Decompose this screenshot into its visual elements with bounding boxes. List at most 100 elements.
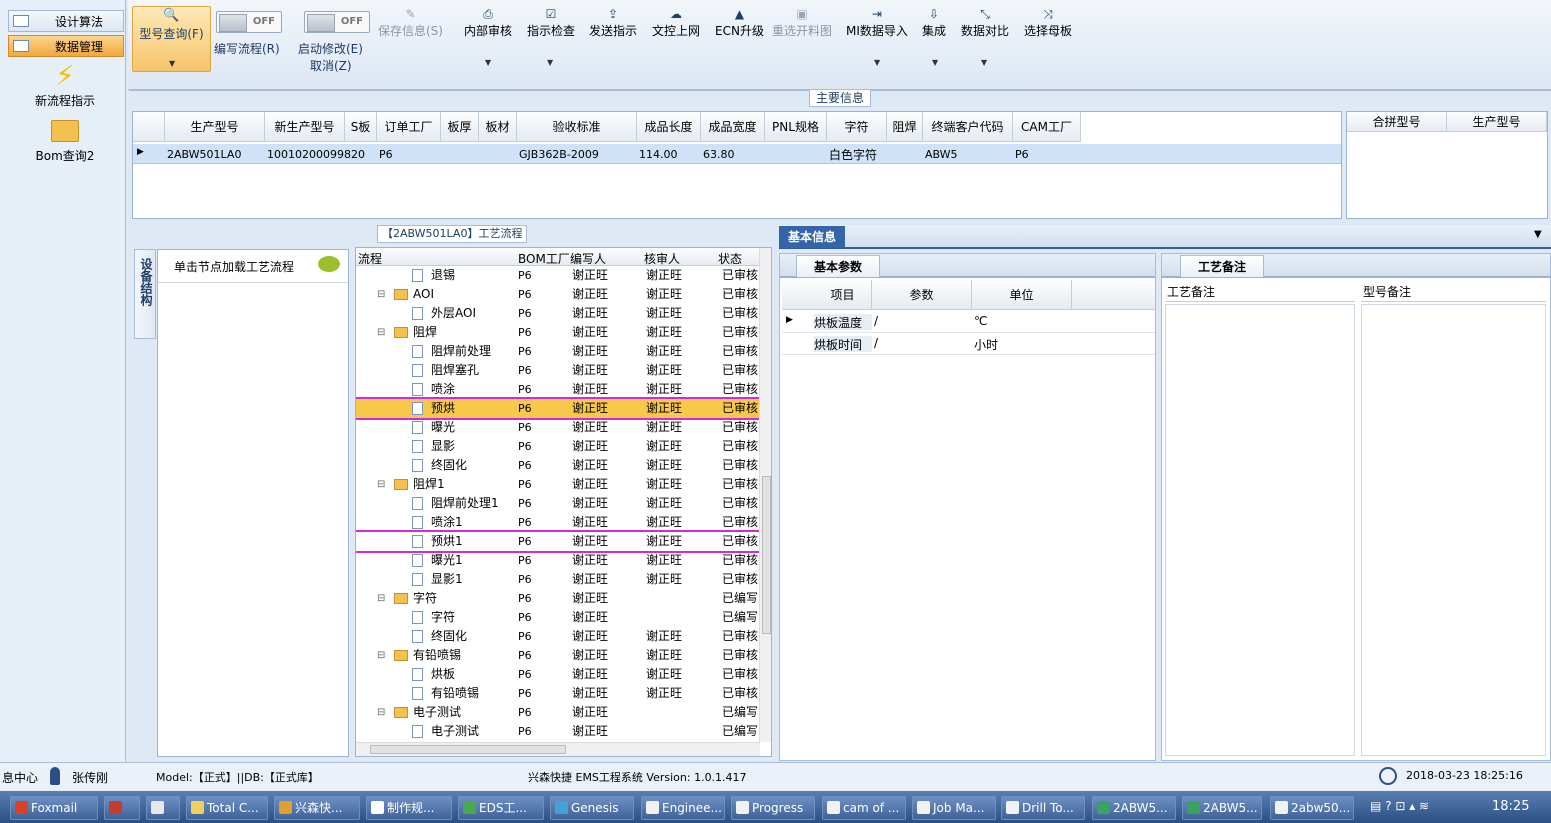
chevron-down-icon[interactable]: ▼ [932, 58, 938, 67]
column-header[interactable]: 终端客户代码 [923, 112, 1013, 142]
column-header[interactable]: 核审人 [644, 250, 718, 267]
expand-toggle-icon[interactable]: ⊟ [377, 323, 385, 342]
process-tree-grid[interactable]: 流程 BOM工厂 编写人 核审人 状态 退锡 P6 谢正旺 谢正旺 已审核 ⊟ AOI P6 谢正旺 谢正… [355, 247, 772, 757]
vertical-scrollbar[interactable] [759, 248, 771, 742]
horizontal-scrollbar[interactable] [356, 742, 760, 756]
equipment-structure-tab[interactable]: 设备结构 [134, 249, 156, 339]
expand-toggle-icon[interactable]: ⊟ [377, 646, 385, 665]
tree-row[interactable]: 字符 P6 谢正旺 已编写 [356, 608, 761, 627]
table-cell[interactable]: P6 [379, 148, 441, 161]
taskbar-button[interactable]: Genesis [550, 796, 634, 820]
taskbar-button[interactable]: Progress [731, 796, 815, 820]
indicator-check-button[interactable]: ☑ 指示检查 [527, 6, 575, 39]
internal-audit-button[interactable]: ⎙ 内部审核 [464, 6, 512, 39]
integrate-button[interactable]: ⇩ 集成 [922, 6, 946, 39]
chevron-down-icon[interactable]: ▼ [547, 58, 553, 67]
scroll-thumb[interactable] [370, 745, 566, 754]
tree-row[interactable]: ⊟ 有铅喷锡 P6 谢正旺 谢正旺 已审核 [356, 646, 761, 665]
chevron-down-icon[interactable]: ▼ [981, 58, 987, 67]
mi-data-import-button[interactable]: ⇥ MI数据导入 [846, 6, 908, 39]
taskbar-button[interactable]: Enginee... [641, 796, 725, 820]
chevron-down-icon[interactable]: ▼ [1534, 229, 1542, 240]
column-header[interactable]: 参数 [872, 280, 972, 310]
table-cell[interactable]: 2ABW501LA0 [167, 148, 265, 161]
column-header[interactable]: 订单工厂 [377, 112, 441, 142]
model-notes-textarea[interactable] [1361, 304, 1546, 756]
column-header[interactable]: S板 [345, 112, 377, 142]
table-row[interactable]: ▶ 烘板温度 / ℃ [782, 311, 1155, 333]
column-header[interactable]: 编写人 [570, 250, 644, 267]
column-header[interactable]: 生产型号 [165, 112, 265, 142]
table-row[interactable]: ▶ 2ABW501LA0 10010200099820 P6 GJB362B-2009 1… [133, 144, 1341, 164]
tree-row[interactable]: 曝光1 P6 谢正旺 谢正旺 已审核 [356, 551, 761, 570]
taskbar-button[interactable]: Foxmail [10, 796, 98, 820]
process-notes-textarea[interactable] [1165, 304, 1355, 756]
send-indicator-button[interactable]: ⇪ 发送指示 [589, 6, 637, 39]
tree-row[interactable]: 终固化 P6 谢正旺 谢正旺 已审核 [356, 627, 761, 646]
doc-control-online-button[interactable]: ☁ 文控上网 [652, 6, 700, 39]
column-header[interactable]: 状态 [718, 250, 763, 267]
taskbar-button[interactable]: Drill To... [1001, 796, 1085, 820]
tab-basic-info[interactable]: 基本信息 [779, 226, 845, 248]
column-header[interactable]: 板厚 [441, 112, 479, 142]
column-header[interactable]: 阻焊 [887, 112, 923, 142]
data-compare-button[interactable]: ⤡ 数据对比 [961, 6, 1009, 39]
taskbar-button[interactable] [146, 796, 180, 820]
column-header[interactable]: 成品宽度 [701, 112, 765, 142]
table-cell[interactable]: ABW5 [925, 148, 1013, 161]
column-header[interactable]: 合拼型号 [1347, 112, 1447, 132]
expand-toggle-icon[interactable]: ⊟ [377, 703, 385, 722]
tree-row[interactable]: 显影 P6 谢正旺 谢正旺 已审核 [356, 437, 761, 456]
taskbar-button[interactable]: Total C... [186, 796, 268, 820]
column-header[interactable]: 项目 [814, 280, 872, 310]
tree-row[interactable]: ⊟ 阻焊1 P6 谢正旺 谢正旺 已审核 [356, 475, 761, 494]
table-cell[interactable]: GJB362B-2009 [519, 148, 637, 161]
tree-row[interactable]: 喷涂1 P6 谢正旺 谢正旺 已审核 [356, 513, 761, 532]
tab-process-notes[interactable]: 工艺备注 [1180, 255, 1264, 277]
column-header[interactable]: 板材 [479, 112, 517, 142]
tree-row[interactable]: 退锡 P6 谢正旺 谢正旺 已审核 [356, 266, 761, 285]
taskbar-button[interactable]: 2ABW5... [1182, 796, 1262, 820]
table-cell[interactable]: 63.80 [703, 148, 765, 161]
model-query-button[interactable]: 🔍 型号查询(F) ▼ [132, 6, 211, 72]
column-header[interactable]: 单位 [972, 280, 1072, 310]
merge-model-grid[interactable]: 合拼型号 生产型号 [1346, 111, 1548, 219]
tree-row[interactable]: 曝光 P6 谢正旺 谢正旺 已审核 [356, 418, 761, 437]
tree-row[interactable]: ⊟ 字符 P6 谢正旺 已编写 [356, 589, 761, 608]
column-header[interactable]: 字符 [827, 112, 887, 142]
scroll-thumb[interactable] [762, 476, 771, 634]
select-mother-board-button[interactable]: ⤨ 选择母板 [1024, 6, 1072, 39]
taskbar-button[interactable]: 兴森快... [274, 796, 360, 820]
sidebar-item-design-algorithm[interactable]: 设计算法 [8, 10, 124, 32]
column-header[interactable]: 生产型号 [1447, 112, 1547, 132]
main-info-grid[interactable]: 生产型号 新生产型号 S板 订单工厂 板厚 板材 验收标准 成品长度 成品宽度 PNL规格 字符 阻焊… [132, 111, 1342, 219]
tree-row[interactable]: 阻焊前处理1 P6 谢正旺 谢正旺 已审核 [356, 494, 761, 513]
start-edit-toggle[interactable]: OFF [304, 11, 370, 33]
column-header[interactable]: 成品长度 [637, 112, 701, 142]
tree-row[interactable]: ⊟ 阻焊 P6 谢正旺 谢正旺 已审核 [356, 323, 761, 342]
message-center-label[interactable]: 息中心 [2, 769, 38, 786]
taskbar-button[interactable]: 2ABW5... [1092, 796, 1176, 820]
tree-row[interactable]: 显影1 P6 谢正旺 谢正旺 已审核 [356, 570, 761, 589]
expand-toggle-icon[interactable]: ⊟ [377, 475, 385, 494]
taskbar-button[interactable]: EDS工... [458, 796, 544, 820]
expand-toggle-icon[interactable]: ⊟ [377, 285, 385, 304]
column-header[interactable]: CAM工厂 [1013, 112, 1081, 142]
tree-row[interactable]: 有铅喷锡 P6 谢正旺 谢正旺 已审核 [356, 684, 761, 703]
expand-toggle-icon[interactable]: ⊟ [377, 589, 385, 608]
table-row[interactable]: 烘板时间 / 小时 [782, 333, 1155, 355]
taskbar-button[interactable]: cam of ... [822, 796, 906, 820]
chevron-down-icon[interactable]: ▼ [874, 58, 880, 67]
tab-basic-params[interactable]: 基本参数 [796, 255, 880, 277]
tree-row[interactable]: 喷涂 P6 谢正旺 谢正旺 已审核 [356, 380, 761, 399]
tree-row[interactable]: 终固化 P6 谢正旺 谢正旺 已审核 [356, 456, 761, 475]
param-value[interactable]: / [874, 336, 878, 350]
table-cell[interactable]: 10010200099820 [267, 148, 365, 161]
taskbar-button[interactable]: 2abw50... [1270, 796, 1354, 820]
column-header[interactable]: BOM工厂 [518, 250, 570, 267]
param-value[interactable]: / [874, 314, 878, 328]
table-cell[interactable]: 114.00 [639, 148, 701, 161]
taskbar-button[interactable]: Job Ma... [912, 796, 996, 820]
column-header[interactable]: 验收标准 [517, 112, 637, 142]
column-header[interactable]: 流程 [358, 250, 518, 267]
